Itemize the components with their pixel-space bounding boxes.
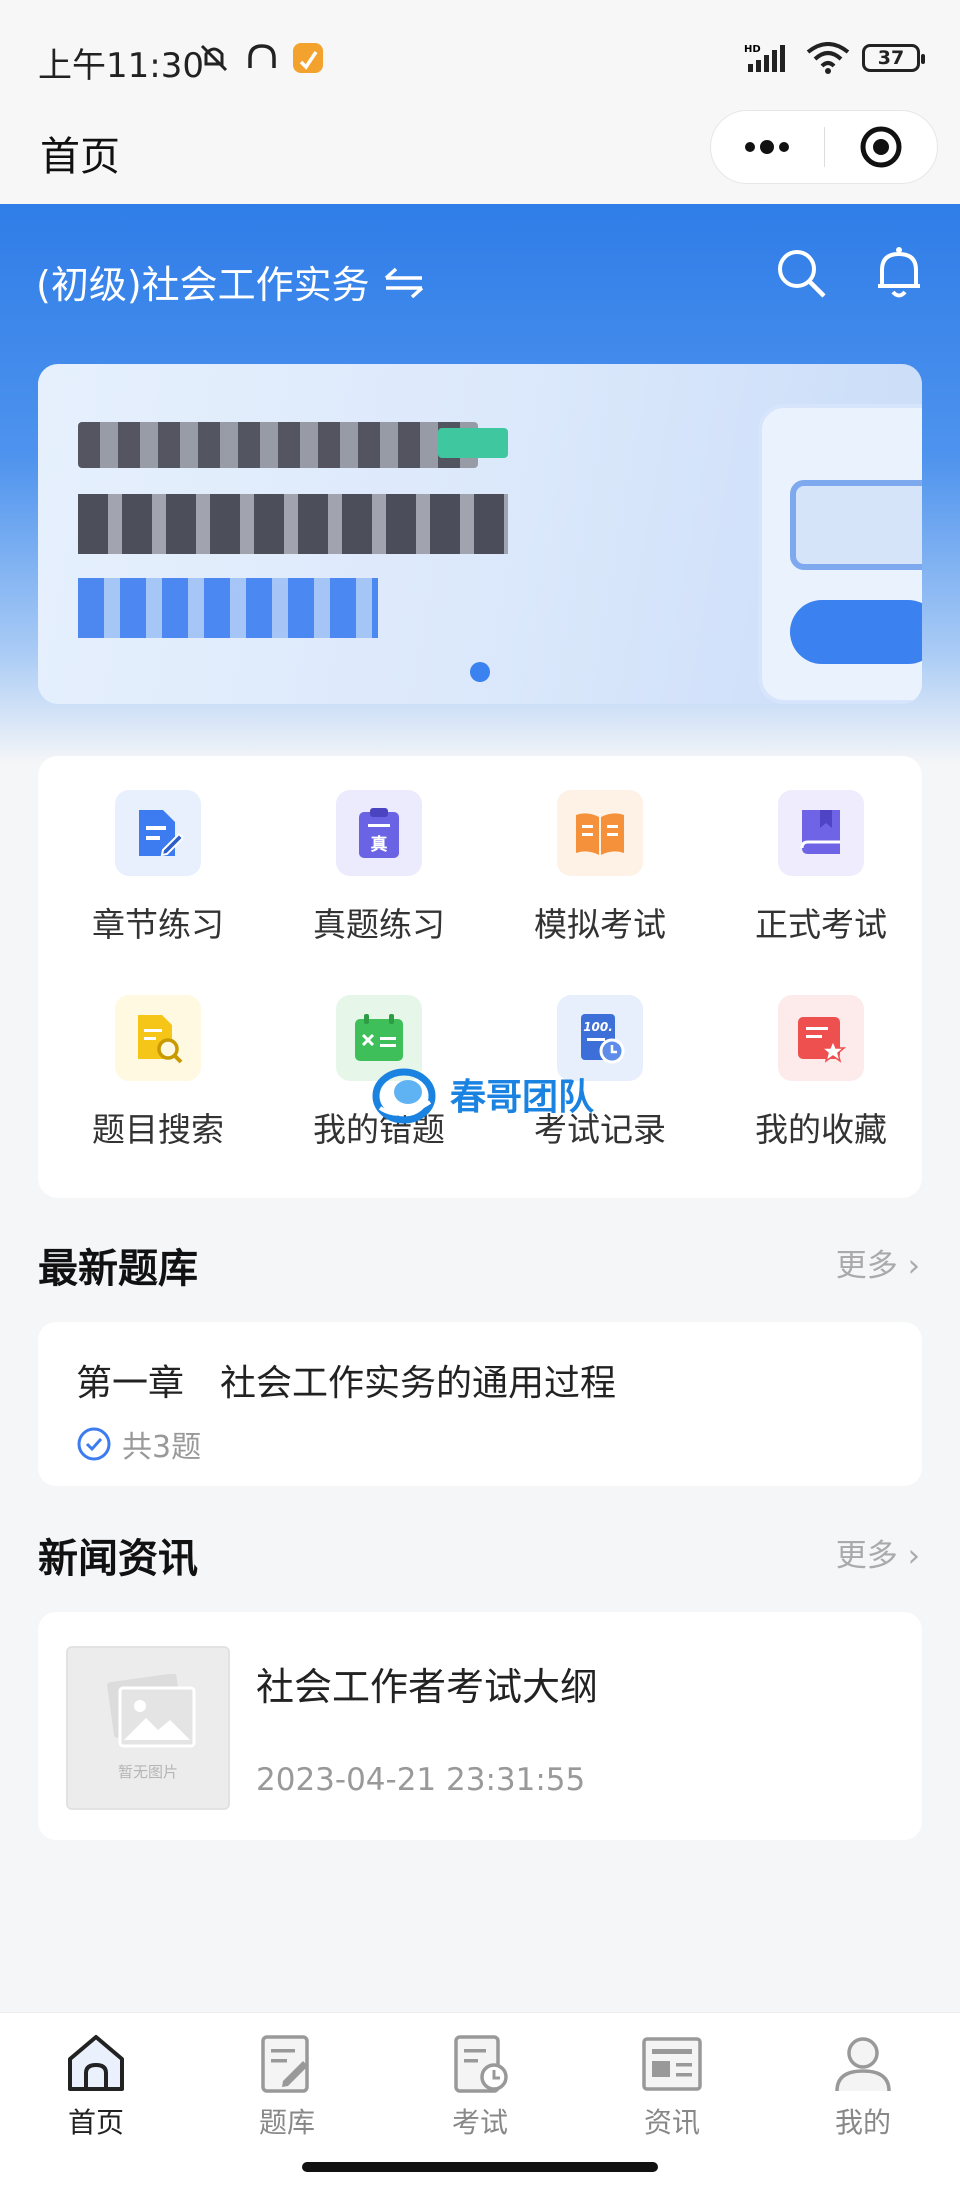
chevron-right-icon: ›	[897, 1538, 920, 1574]
latest-bank-more-link[interactable]: 更多 ›	[836, 1240, 920, 1285]
watermark: 春哥团队	[370, 1062, 594, 1126]
cellular-signal-icon: HD	[744, 44, 785, 72]
formal-exam-icon	[800, 810, 840, 854]
latest-bank-heading: 最新题库	[38, 1246, 198, 1292]
image-placeholder-icon	[107, 1674, 196, 1748]
chapter-practice-icon	[139, 810, 183, 857]
app-notification-icon	[293, 43, 323, 73]
check-circle-icon	[77, 1427, 111, 1461]
headphones-icon	[248, 44, 276, 68]
func-chapter-practice[interactable]: 章节练习	[58, 756, 258, 946]
bank-item-count: 共3题	[122, 1430, 202, 1465]
profile-icon	[835, 2037, 891, 2092]
svg-text:HD: HD	[744, 44, 761, 55]
function-grid: 章节练习 真 真题练习 模拟考试 正式考试 题目搜索 我的错题 100. 考试记	[38, 756, 922, 1198]
func-past-exam-practice[interactable]: 真 真题练习	[279, 756, 479, 946]
func-formal-exam[interactable]: 正式考试	[721, 756, 921, 946]
miniprogram-capsule	[710, 110, 938, 184]
status-bar: 上午11:30 HD 37	[0, 0, 960, 116]
news-thumbnail: 暂无图片	[66, 1646, 230, 1810]
mock-exam-icon	[576, 813, 624, 855]
watermark-logo-icon	[372, 1068, 436, 1124]
more-dots-icon	[745, 140, 790, 154]
course-switcher[interactable]: (初级)社会工作实务	[36, 254, 426, 309]
target-close-icon	[860, 126, 902, 168]
tab-home[interactable]: 首页	[31, 2031, 161, 2141]
course-name: (初级)社会工作实务	[36, 263, 370, 307]
func-my-favorites[interactable]: 我的收藏	[721, 961, 921, 1151]
tab-news[interactable]: 资讯	[607, 2031, 737, 2141]
news-item-title: 社会工作者考试大纲	[256, 1665, 599, 1709]
navigation-bar: 首页	[0, 110, 960, 204]
page-title: 首页	[40, 134, 120, 180]
bottom-tab-bar: 首页 题库 考试 资讯 我的	[0, 2012, 960, 2187]
question-search-icon	[138, 1015, 183, 1064]
mute-icon	[200, 44, 228, 72]
svg-text:100.: 100.	[583, 1020, 613, 1034]
favorites-icon	[798, 1017, 847, 1063]
exam-icon	[454, 2035, 508, 2093]
home-icon	[68, 2035, 124, 2091]
wifi-icon	[806, 42, 850, 74]
switch-arrows-icon	[384, 267, 423, 298]
bank-item-title: 第一章 社会工作实务的通用过程	[76, 1363, 617, 1404]
news-item-date: 2023-04-21 23:31:55	[256, 1762, 586, 1798]
tab-profile[interactable]: 我的	[798, 2031, 928, 2141]
banner-indicator-dot[interactable]	[470, 662, 490, 682]
question-bank-item[interactable]: 第一章 社会工作实务的通用过程 共3题	[38, 1322, 922, 1486]
news-more-link[interactable]: 更多 ›	[836, 1530, 920, 1575]
news-icon	[642, 2037, 702, 2091]
news-item[interactable]: 暂无图片 社会工作者考试大纲 2023-04-21 23:31:55	[38, 1612, 922, 1840]
search-icon[interactable]	[774, 246, 828, 300]
bell-icon[interactable]	[874, 246, 924, 300]
tab-question-bank[interactable]: 题库	[222, 2031, 352, 2141]
promo-banner[interactable]	[38, 364, 922, 704]
past-exam-icon: 真	[359, 808, 399, 858]
more-menu-button[interactable]	[711, 111, 824, 183]
exam-record-icon: 100.	[581, 1014, 625, 1064]
home-indicator	[302, 2162, 658, 2172]
close-miniprogram-button[interactable]	[825, 111, 938, 183]
question-bank-icon	[261, 2035, 309, 2093]
func-mock-exam[interactable]: 模拟考试	[500, 756, 700, 946]
wrong-questions-icon	[355, 1014, 403, 1061]
battery-indicator: 37	[862, 44, 925, 72]
svg-text:真: 真	[371, 834, 388, 855]
news-heading: 新闻资讯	[38, 1536, 198, 1582]
status-time: 上午11:30	[38, 46, 204, 86]
chevron-right-icon: ›	[897, 1248, 920, 1284]
tab-exam[interactable]: 考试	[415, 2031, 545, 2141]
func-question-search[interactable]: 题目搜索	[58, 961, 258, 1151]
